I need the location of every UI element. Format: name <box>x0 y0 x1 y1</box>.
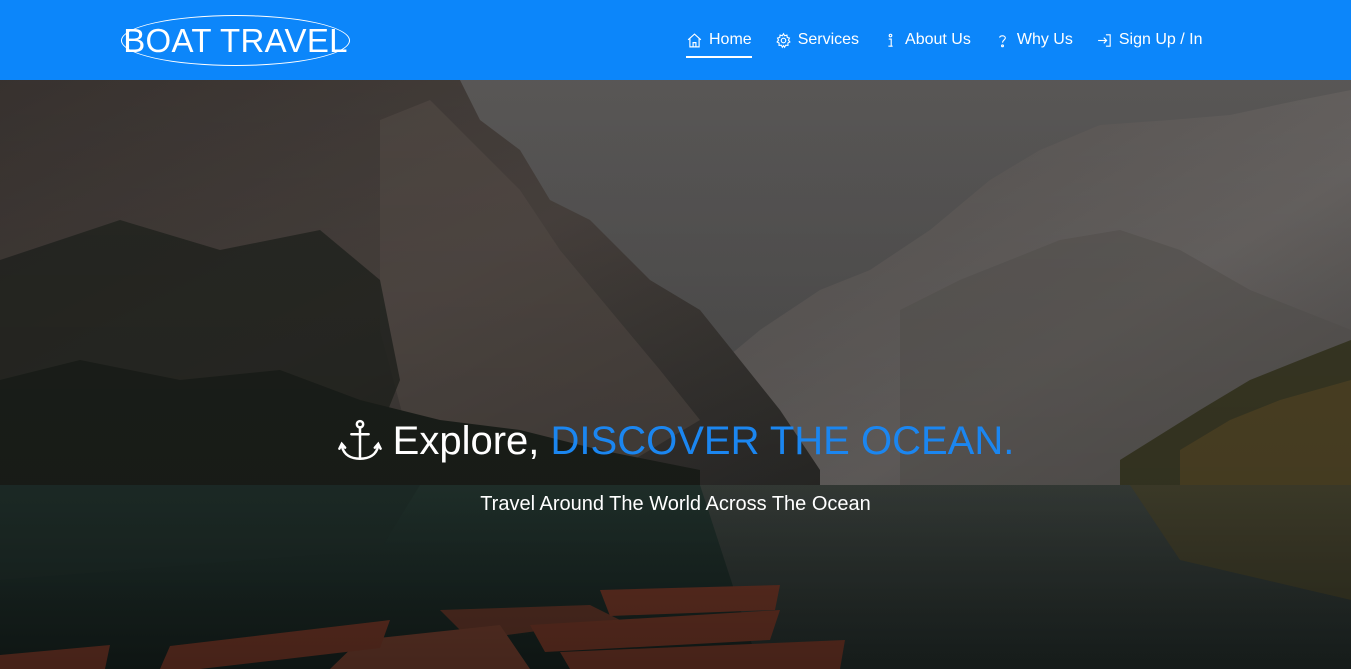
hero-headline-accent: DISCOVER THE OCEAN. <box>550 418 1015 463</box>
hero-headline-prefix: Explore, <box>392 418 540 463</box>
info-icon <box>888 33 893 47</box>
hero-section: Explore, DISCOVER THE OCEAN. Travel Arou… <box>0 80 1351 669</box>
home-icon <box>687 32 702 47</box>
nav-item-home[interactable]: Home <box>686 0 752 80</box>
nav-item-sign-in[interactable]: Sign Up / In <box>1096 0 1203 80</box>
sign-in-icon <box>1097 33 1111 47</box>
nav-item-about[interactable]: About Us <box>882 0 971 80</box>
navbar: BOAT TRAVEL Home Services About Us Why U… <box>0 0 1351 80</box>
nav-label-sign-in: Sign Up / In <box>1118 31 1203 48</box>
hero-headline: Explore, DISCOVER THE OCEAN. <box>337 418 1015 464</box>
nav-label-services: Services <box>797 31 860 48</box>
question-icon <box>998 34 1006 47</box>
nav-label-home: Home <box>709 31 752 48</box>
nav-item-services[interactable]: Services <box>775 0 859 80</box>
nav-label-about: About Us <box>905 31 971 48</box>
brand-logo[interactable]: BOAT TRAVEL <box>121 15 350 66</box>
nav-label-why-us: Why Us <box>1016 31 1073 48</box>
nav-item-why-us[interactable]: Why Us <box>994 0 1073 80</box>
hero-content: Explore, DISCOVER THE OCEAN. Travel Arou… <box>0 418 1351 516</box>
gear-icon <box>775 32 791 48</box>
anchor-icon <box>337 419 382 460</box>
hero-subtitle: Travel Around The World Across The Ocean <box>480 493 871 515</box>
main-nav: Home Services About Us Why Us Sign Up / … <box>686 0 1202 80</box>
hero-background-image <box>0 80 1351 669</box>
brand-name: BOAT TRAVEL <box>123 21 348 59</box>
